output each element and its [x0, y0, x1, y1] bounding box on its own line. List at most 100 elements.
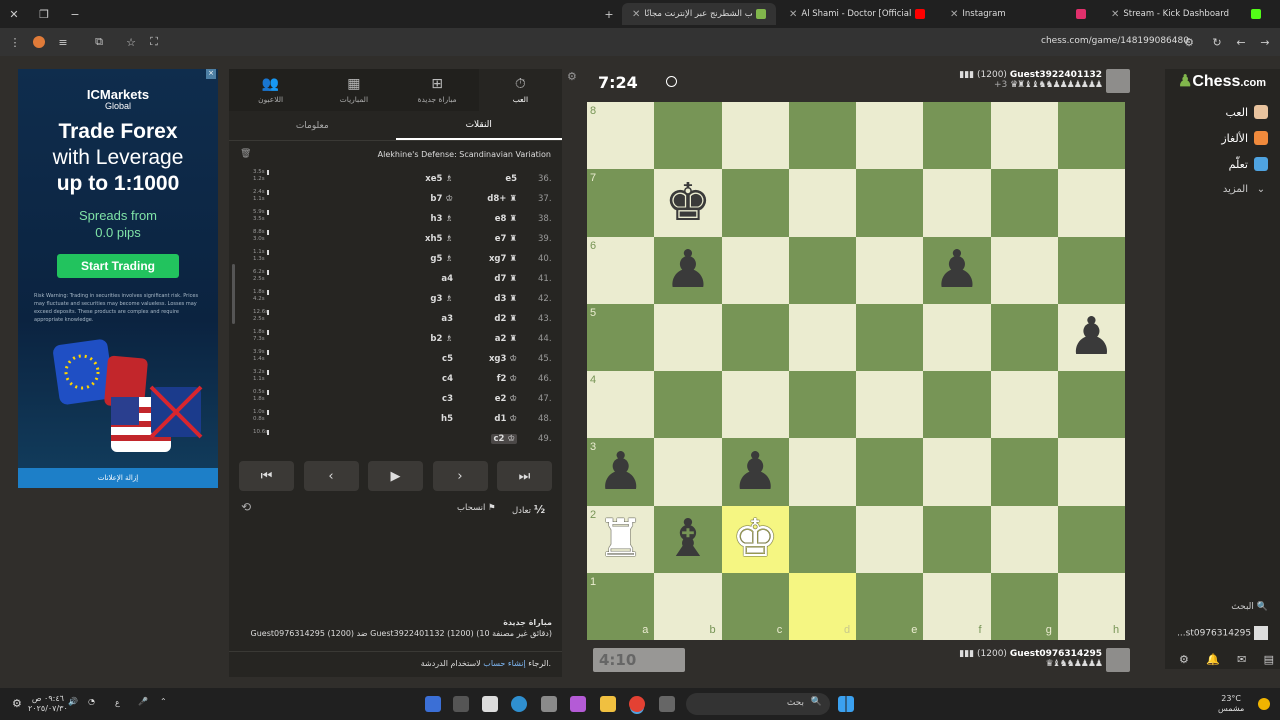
minimize-window-icon[interactable]: − [64, 0, 86, 28]
last-move-button[interactable]: ⏭ [497, 461, 552, 491]
reload-icon[interactable]: ↻ [1208, 33, 1226, 51]
tab-games[interactable]: ▦ المباريات [312, 69, 395, 111]
app-icon[interactable] [453, 696, 469, 712]
square-g3[interactable] [990, 438, 1058, 506]
square-a4[interactable] [587, 371, 655, 439]
white-move[interactable]: d8+ ♜ [487, 194, 517, 204]
nav-play[interactable]: العب [1225, 105, 1268, 119]
app-icon[interactable] [425, 696, 441, 712]
black-move[interactable]: b2 ♗ [430, 334, 453, 344]
chess-board[interactable]: 8 7 6 5 4 3 2 1 a b c d e f g h ♚ ♟ ♟ ♟ ♟ ♟ ♝ ♜ ♚ [587, 102, 1125, 640]
menu-dots-icon[interactable]: ⋮ [6, 33, 24, 51]
square-f3[interactable] [923, 438, 991, 506]
nav-more[interactable]: المزيد ⌄ [1223, 184, 1268, 195]
messages-icon[interactable]: ✉ [1237, 653, 1246, 666]
square-f5[interactable] [923, 303, 991, 371]
tray-up-icon[interactable]: ⌃ [160, 697, 167, 706]
url-text[interactable]: chess.com/game/148199086480 [1041, 36, 1189, 46]
app-icon[interactable] [570, 696, 586, 712]
square-d7[interactable] [788, 169, 856, 237]
file-explorer-icon[interactable] [600, 696, 616, 712]
white-move[interactable]: e7 ♜ [495, 234, 517, 244]
share-icon[interactable]: ⧉ [90, 33, 108, 51]
square-h8[interactable] [1057, 102, 1125, 170]
white-move[interactable]: xg3 ♔ [489, 354, 517, 364]
square-c7[interactable] [721, 169, 789, 237]
square-d3[interactable] [788, 438, 856, 506]
previous-move-button[interactable]: ‹ [303, 461, 359, 491]
tab-info[interactable]: معلومات [229, 111, 396, 140]
app-icon[interactable] [482, 696, 498, 712]
input-language[interactable]: ع [115, 698, 120, 707]
square-d5[interactable] [788, 303, 856, 371]
ad-banner[interactable]: × ICMarkets Global Trade Forex with Lever… [18, 69, 218, 488]
tab-kick[interactable]: ✕ Stream - Kick Dashboard [1101, 3, 1271, 25]
square-b5[interactable] [654, 303, 722, 371]
tab-moves[interactable]: النقلات [395, 111, 562, 140]
white-move[interactable]: c2 ♔ [491, 434, 517, 444]
white-piece-a2[interactable]: ♜ [587, 506, 654, 573]
edge-icon[interactable] [511, 696, 527, 712]
black-move[interactable]: xe5 ♗ [425, 174, 453, 184]
back-icon[interactable]: ← [1232, 33, 1250, 51]
close-tab-icon[interactable]: ✕ [789, 9, 797, 20]
square-b3[interactable] [654, 438, 722, 506]
board-settings-icon[interactable]: ⚙ [567, 70, 577, 83]
close-window-icon[interactable]: ✕ [3, 0, 25, 28]
black-piece-a3[interactable]: ♟ [587, 438, 654, 505]
chess-com-logo[interactable]: ♟Chess.com [1178, 71, 1266, 91]
screenshot-icon[interactable]: ⛶ [145, 33, 163, 51]
square-f8[interactable] [923, 102, 991, 170]
square-e4[interactable] [856, 371, 924, 439]
square-a6[interactable] [587, 236, 655, 304]
next-move-button[interactable]: › [432, 461, 488, 491]
square-g4[interactable] [990, 371, 1058, 439]
square-g7[interactable] [990, 169, 1058, 237]
square-e6[interactable] [856, 236, 924, 304]
square-e7[interactable] [856, 169, 924, 237]
chrome-icon[interactable] [629, 696, 645, 712]
trash-icon[interactable]: 🗑 [240, 149, 251, 159]
close-tab-icon[interactable]: ✕ [1111, 9, 1119, 20]
app-icon[interactable] [659, 696, 675, 712]
square-a8[interactable] [587, 102, 655, 170]
square-g5[interactable] [990, 303, 1058, 371]
square-g6[interactable] [990, 236, 1058, 304]
microphone-icon[interactable]: 🎤 [138, 697, 148, 706]
move-list-scrollbar[interactable] [232, 264, 235, 324]
black-piece-b2[interactable]: ♝ [654, 506, 721, 573]
profile-icon[interactable] [30, 33, 48, 51]
tab-instagram[interactable]: ✕ Instagram [940, 3, 1096, 25]
tab-chess[interactable]: ✕ العب الشطرنج عبر الإنترنت مجانًا [622, 3, 776, 25]
square-c8[interactable] [721, 102, 789, 170]
black-move[interactable]: h3 ♗ [430, 214, 453, 224]
white-move[interactable]: e5 [505, 174, 517, 184]
taskbar-search[interactable]: 🔍 بحث [686, 693, 830, 715]
weather-widget[interactable]: 23°C مشمس [1218, 694, 1244, 714]
black-move[interactable]: g3 ♗ [430, 294, 453, 304]
square-f2[interactable] [923, 505, 991, 573]
square-e2[interactable] [856, 505, 924, 573]
close-tab-icon[interactable]: ✕ [950, 9, 958, 20]
black-move[interactable]: a3 [441, 314, 453, 324]
opponent-avatar[interactable] [1106, 69, 1130, 93]
white-move[interactable]: d3 ♜ [494, 294, 517, 304]
ad-close-icon[interactable]: × [206, 69, 216, 79]
collapse-icon[interactable]: ▤ [1264, 653, 1274, 666]
square-h6[interactable] [1057, 236, 1125, 304]
resign-button[interactable]: انسحاب ⚑ [457, 503, 496, 513]
black-move[interactable]: xh5 ♗ [425, 234, 453, 244]
search-link[interactable]: البحث 🔍 [1231, 602, 1268, 612]
square-b4[interactable] [654, 371, 722, 439]
square-d8[interactable] [788, 102, 856, 170]
square-h3[interactable] [1057, 438, 1125, 506]
black-piece-b7[interactable]: ♚ [654, 169, 721, 236]
square-a7[interactable] [587, 169, 655, 237]
black-move[interactable]: c3 [442, 394, 453, 404]
white-move[interactable]: e8 ♜ [495, 214, 517, 224]
tab-players[interactable]: 👥 اللاعبون [229, 69, 312, 111]
extensions-icon[interactable]: ≡ [54, 33, 72, 51]
settings-icon[interactable]: ⚙ [1179, 653, 1189, 666]
flip-board-icon[interactable]: ⟲ [241, 500, 251, 514]
black-piece-c3[interactable]: ♟ [722, 438, 789, 505]
